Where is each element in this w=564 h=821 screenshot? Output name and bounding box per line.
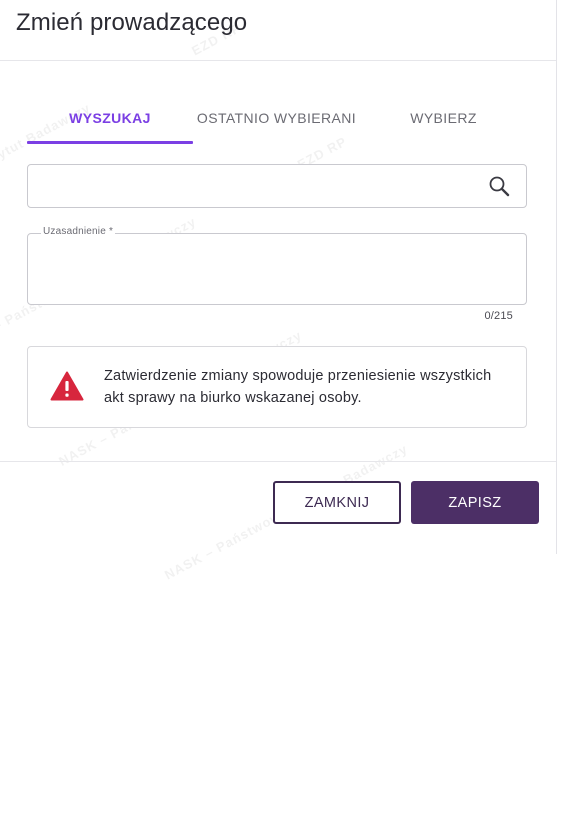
active-tab-indicator	[27, 141, 193, 144]
search-input[interactable]	[38, 173, 482, 199]
warning-triangle-icon	[50, 371, 84, 401]
change-owner-dialog: NASK – Państwowy Instytut Badawczy EZD R…	[0, 0, 557, 583]
close-button[interactable]: ZAMKNIJ	[273, 481, 401, 524]
warning-alert: Zatwierdzenie zmiany spowoduje przeniesi…	[27, 346, 527, 428]
search-field[interactable]	[27, 164, 527, 208]
save-button[interactable]: ZAPISZ	[411, 481, 539, 524]
tab-choose[interactable]: WYBIERZ	[360, 92, 527, 144]
warning-message: Zatwierdzenie zmiany spowoduje przeniesi…	[104, 368, 492, 406]
character-counter: 0/215	[484, 310, 513, 322]
tab-recently-selected[interactable]: OSTATNIO WYBIERANI	[193, 92, 360, 144]
header-divider	[0, 60, 557, 61]
footer-divider	[0, 461, 557, 462]
reason-label: Uzasadnienie *	[41, 226, 116, 238]
reason-field[interactable]	[27, 233, 527, 305]
tab-bar: WYSZUKAJ OSTATNIO WYBIERANI WYBIERZ	[27, 92, 527, 144]
reason-textarea[interactable]	[38, 248, 518, 300]
dialog-edge	[556, 0, 557, 554]
dialog-title: Zmień prowadzącego	[16, 9, 248, 36]
tab-search[interactable]: WYSZUKAJ	[27, 92, 193, 144]
search-icon[interactable]	[488, 175, 510, 197]
